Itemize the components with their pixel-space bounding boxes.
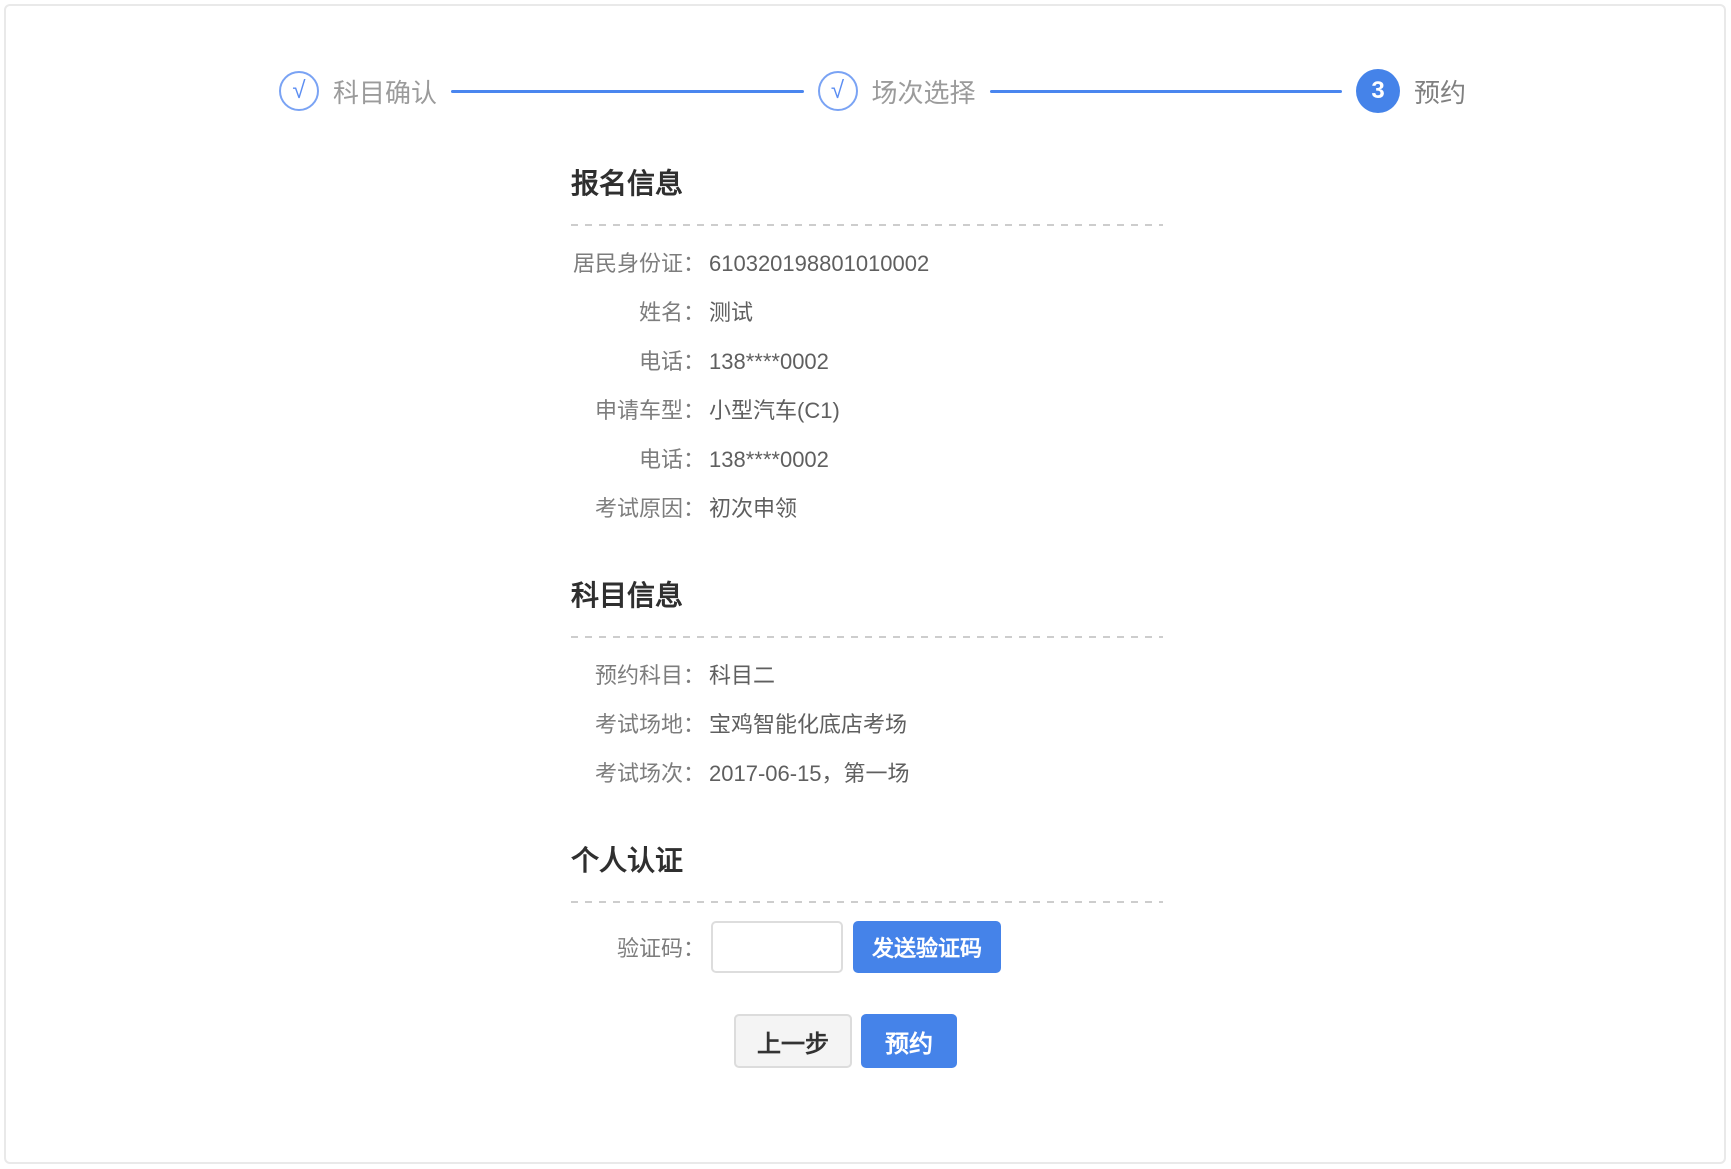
info-row-booked-subject: 预约科目： 科目二 — [571, 664, 1163, 688]
field-value: 138****0002 — [709, 448, 829, 472]
registration-rows: 居民身份证： 610320198801010002 姓名： 测试 电话： 138… — [571, 252, 1163, 521]
section-title-auth: 个人认证 — [571, 846, 1163, 876]
field-value: 138****0002 — [709, 350, 829, 374]
info-row-phone: 电话： 138****0002 — [571, 350, 1163, 374]
field-label: 电话： — [571, 350, 705, 374]
registration-info-section: 报名信息 居民身份证： 610320198801010002 姓名： 测试 电话… — [571, 169, 1163, 546]
step-progress-bar: √ 科目确认 √ 场次选择 3 预约 — [279, 66, 1466, 116]
book-appointment-button[interactable]: 预约 — [861, 1014, 957, 1068]
dashed-divider — [571, 636, 1163, 638]
info-row-name: 姓名： 测试 — [571, 301, 1163, 325]
step-label-session-select: 场次选择 — [872, 73, 976, 110]
info-row-phone2: 电话： 138****0002 — [571, 448, 1163, 472]
previous-step-button[interactable]: 上一步 — [734, 1014, 852, 1068]
info-row-exam-session: 考试场次： 2017-06-15，第一场 — [571, 762, 1163, 786]
subject-rows: 预约科目： 科目二 考试场地： 宝鸡智能化底店考场 考试场次： 2017-06-… — [571, 664, 1163, 786]
send-code-button[interactable]: 发送验证码 — [853, 921, 1001, 973]
info-row-vehicle-type: 申请车型： 小型汽车(C1) — [571, 399, 1163, 423]
field-label: 考试原因： — [571, 497, 705, 521]
section-title-subject: 科目信息 — [571, 581, 1163, 611]
step-number-badge: 3 — [1356, 69, 1400, 113]
field-label: 姓名： — [571, 301, 705, 325]
form-actions: 上一步 预约 — [734, 1014, 957, 1068]
section-title-registration: 报名信息 — [571, 169, 1163, 199]
verification-code-label: 验证码： — [571, 931, 705, 963]
main-panel: √ 科目确认 √ 场次选择 3 预约 报名信息 居民身份证： 610320198… — [4, 4, 1726, 1164]
verification-code-input[interactable] — [711, 921, 843, 973]
check-icon: √ — [279, 71, 319, 111]
info-row-exam-reason: 考试原因： 初次申领 — [571, 497, 1163, 521]
step-label-appointment: 预约 — [1414, 73, 1466, 110]
field-label: 居民身份证： — [571, 252, 705, 276]
field-label: 电话： — [571, 448, 705, 472]
dashed-divider — [571, 901, 1163, 903]
field-label: 考试场次： — [571, 762, 705, 786]
personal-auth-section: 个人认证 验证码： 发送验证码 — [571, 846, 1163, 975]
field-value: 610320198801010002 — [709, 252, 929, 276]
field-value: 初次申领 — [709, 497, 797, 521]
step-connector-line — [990, 90, 1342, 93]
step-connector-line — [451, 90, 803, 93]
step-label-subject-confirm: 科目确认 — [333, 73, 437, 110]
field-value: 2017-06-15，第一场 — [709, 762, 910, 786]
field-label: 预约科目： — [571, 664, 705, 688]
field-label: 考试场地： — [571, 713, 705, 737]
field-value: 测试 — [709, 301, 753, 325]
field-value: 小型汽车(C1) — [709, 399, 840, 423]
step-appointment: 3 预约 — [1356, 69, 1466, 113]
dashed-divider — [571, 224, 1163, 226]
field-label: 申请车型： — [571, 399, 705, 423]
field-value: 科目二 — [709, 664, 775, 688]
field-value: 宝鸡智能化底店考场 — [709, 713, 907, 737]
verification-code-row: 验证码： 发送验证码 — [571, 919, 1163, 975]
info-row-id-card: 居民身份证： 610320198801010002 — [571, 252, 1163, 276]
step-subject-confirm: √ 科目确认 — [279, 71, 437, 111]
check-icon: √ — [818, 71, 858, 111]
subject-info-section: 科目信息 预约科目： 科目二 考试场地： 宝鸡智能化底店考场 考试场次： 201… — [571, 581, 1163, 811]
info-row-exam-venue: 考试场地： 宝鸡智能化底店考场 — [571, 713, 1163, 737]
step-session-select: √ 场次选择 — [818, 71, 976, 111]
